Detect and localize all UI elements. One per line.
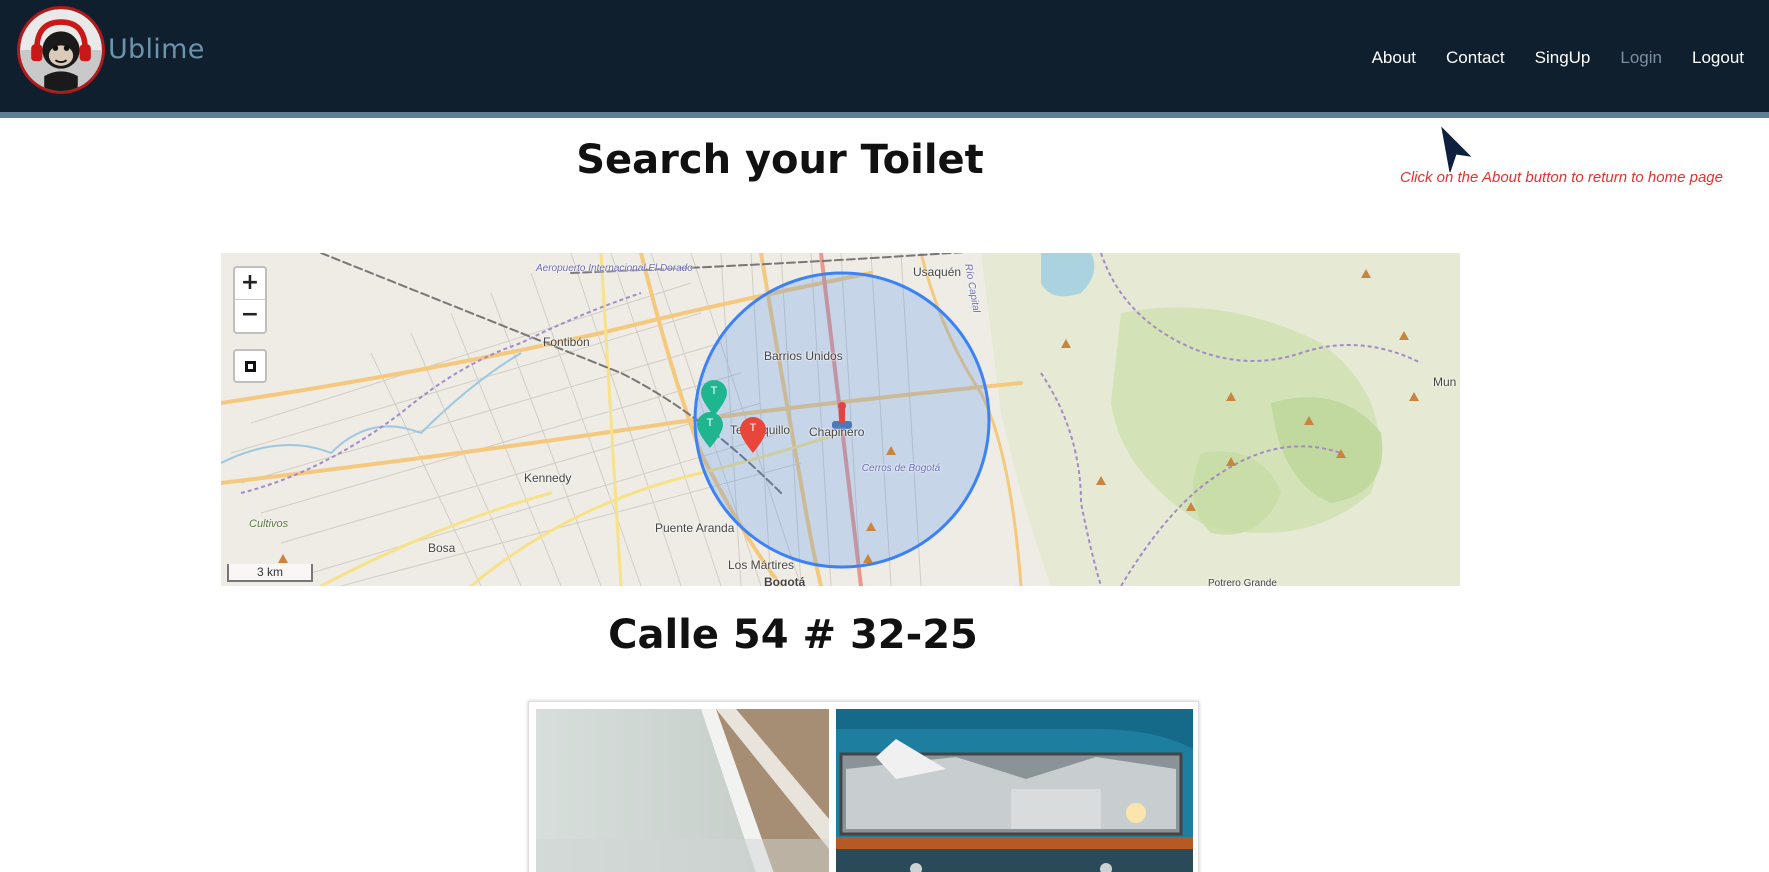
page-title: Search your Toilet: [576, 137, 984, 183]
label-chapinero: Chapinero: [809, 425, 865, 439]
bathroom-photo-2: [836, 709, 1193, 872]
nav-signup[interactable]: SingUp: [1535, 48, 1591, 68]
toilet-photo[interactable]: [536, 709, 829, 872]
label-airport: Aeropuerto Internacional El Dorado: [536, 263, 693, 274]
nav-logout[interactable]: Logout: [1692, 48, 1744, 68]
label-cultivos: Cultivos: [249, 518, 289, 530]
label-barrios-unidos: Barrios Unidos: [764, 349, 843, 363]
site-header: Ublime About Contact SingUp Login Logout: [0, 0, 1769, 118]
label-mun: Mun: [1433, 375, 1457, 389]
toilet-marker[interactable]: T: [697, 412, 723, 448]
label-usaquen: Usaquén: [913, 265, 962, 279]
label-bosa: Bosa: [428, 541, 456, 555]
label-puente-aranda: Puente Aranda: [655, 521, 735, 535]
label-kennedy: Kennedy: [524, 471, 572, 485]
nav-contact[interactable]: Contact: [1446, 48, 1505, 68]
label-fontibon: Fontibón: [543, 335, 590, 349]
label-cerros: Cerros de Bogotá: [861, 463, 941, 474]
marker-label: T: [710, 385, 718, 397]
zoom-in-button[interactable]: +: [235, 268, 265, 300]
draw-rectangle-button[interactable]: [233, 349, 267, 383]
label-potrero-grande: Potrero Grande: [1208, 578, 1277, 586]
toilet-address: Calle 54 # 32-25: [608, 612, 978, 658]
main-nav: About Contact SingUp Login Logout: [1342, 48, 1744, 68]
label-bogota: Bogotá: [764, 575, 806, 586]
marker-label: T: [749, 422, 757, 434]
map-scale: 3 km: [227, 564, 313, 582]
monkey-logo-icon[interactable]: [17, 6, 105, 94]
square-icon: [245, 361, 256, 372]
label-los-martires: Los Mártires: [728, 558, 795, 572]
brand-name[interactable]: Ublime: [108, 34, 205, 65]
nav-login[interactable]: Login: [1620, 48, 1662, 68]
zoom-control: + −: [233, 266, 267, 334]
map-tiles: [221, 253, 1460, 586]
toilet-marker-selected[interactable]: T: [740, 417, 766, 453]
photo-gallery: [528, 701, 1199, 872]
bathroom-photo-1: [536, 709, 829, 872]
toilet-marker[interactable]: T: [701, 380, 727, 416]
toilet-photo[interactable]: [836, 709, 1193, 872]
nav-about[interactable]: About: [1372, 48, 1416, 68]
marker-label: T: [706, 417, 714, 429]
toilet-map[interactable]: Aeropuerto Internacional El Dorado Usaqu…: [221, 253, 1460, 586]
zoom-out-button[interactable]: −: [235, 300, 265, 332]
